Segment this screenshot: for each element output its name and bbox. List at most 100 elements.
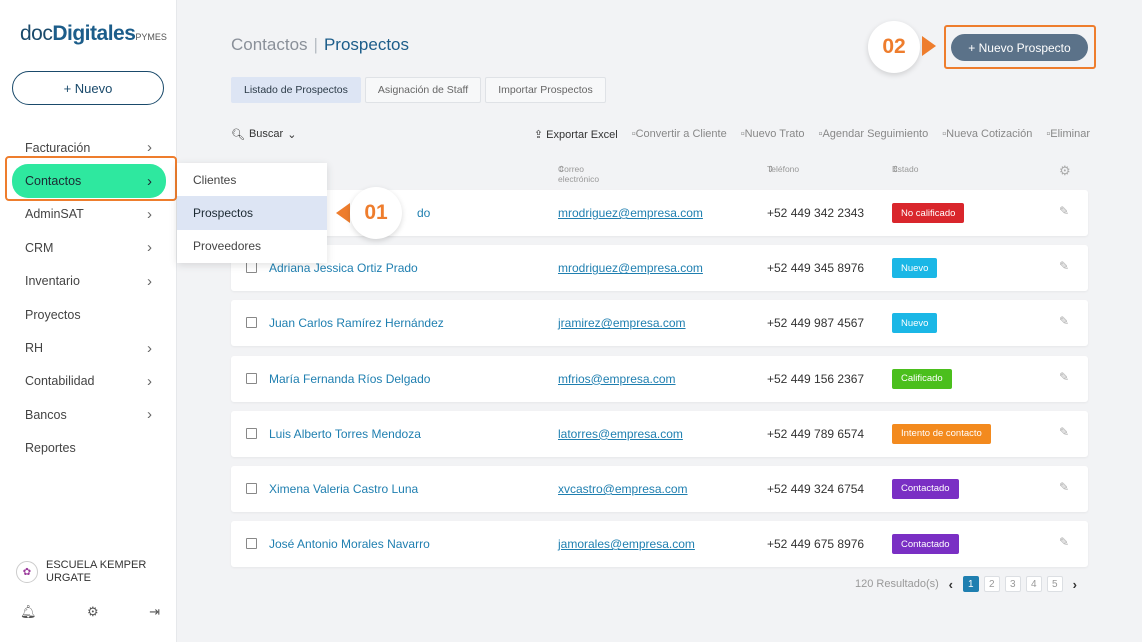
column-email-header[interactable]: Correo electrónico ⇕ (558, 164, 599, 184)
page-list: 12345 (962, 576, 1063, 592)
notifications-icon[interactable]: 🔔︎ (20, 604, 37, 620)
sidebar-item-label: RH (25, 341, 44, 356)
new-quote-button[interactable]: ▫Nueva Cotización (942, 128, 1032, 141)
prev-page-icon[interactable]: ‹ (944, 577, 958, 592)
prospect-name[interactable]: Juan Carlos Ramírez Hernández (269, 316, 444, 330)
convert-client-button[interactable]: ▫Convertir a Cliente (632, 128, 727, 141)
edit-pencil-icon[interactable]: ✎ (1059, 425, 1069, 439)
row-checkbox[interactable] (246, 427, 257, 439)
submenu-item-clientes[interactable]: Clientes (177, 163, 327, 196)
prospect-email[interactable]: mrodriguez@empresa.com (558, 206, 703, 220)
status-badge: Contactado (892, 478, 959, 499)
prospect-phone: +52 449 789 6574 (767, 426, 865, 441)
sidebar-item-label: Bancos (25, 407, 67, 422)
chevron-right-icon: › (147, 172, 152, 190)
sidebar-item-adminsat[interactable]: AdminSAT › (12, 198, 166, 231)
sidebar-item-label: AdminSAT (25, 207, 84, 222)
prospect-phone: +52 449 345 8976 (767, 261, 865, 276)
column-status-label: Estado (892, 164, 919, 174)
prospect-name-fragment-end: do (417, 206, 431, 220)
sidebar-item-crm[interactable]: CRM › (12, 231, 166, 264)
table-row[interactable]: Luis Alberto Torres Mendoza latorres@empr… (231, 410, 1088, 457)
export-excel-button[interactable]: ⇪ Exportar Excel (534, 128, 618, 141)
edit-pencil-icon[interactable]: ✎ (1059, 314, 1069, 328)
column-email-label: Correo electrónico (558, 164, 600, 184)
tab-importar-prospectos[interactable]: Importar Prospectos (485, 77, 606, 103)
schedule-followup-button[interactable]: ▫Agendar Seguimiento (819, 128, 929, 141)
table-row[interactable]: José Antonio Morales Navarro jamorales@em… (231, 521, 1088, 568)
new-button-label: + Nuevo (63, 80, 113, 96)
export-excel-label: Exportar Excel (546, 128, 618, 141)
page-number-button[interactable]: 3 (1004, 576, 1021, 592)
new-prospect-label: + Nuevo Prospecto (968, 40, 1071, 55)
prospect-name[interactable]: Adriana Jessica Ortiz Prado (269, 261, 418, 275)
new-prospect-button[interactable]: + Nuevo Prospecto (951, 34, 1088, 61)
logout-icon[interactable]: ⇥ (149, 604, 160, 620)
prospect-email[interactable]: jramirez@empresa.com (558, 316, 686, 330)
sidebar-item-bancos[interactable]: Bancos › (12, 398, 166, 431)
page-number-button[interactable]: 2 (983, 576, 1000, 592)
next-page-icon[interactable]: › (1068, 577, 1082, 592)
prospect-email[interactable]: mfrios@empresa.com (558, 372, 676, 386)
table-row[interactable]: Adriana Jessica Ortiz Prado mrodriguez@em… (231, 245, 1088, 292)
prospect-name[interactable]: Ximena Valeria Castro Luna (269, 482, 418, 496)
prospect-name[interactable]: José Antonio Morales Navarro (269, 537, 430, 551)
prospects-table: ssdomrodriguez@empresa.com+52 449 342 23… (231, 190, 1088, 576)
prospect-name[interactable]: Luis Alberto Torres Mendoza (269, 427, 421, 441)
edit-pencil-icon[interactable]: ✎ (1059, 480, 1069, 494)
prospect-email[interactable]: mrodriguez@empresa.com (558, 261, 703, 275)
column-status-header[interactable]: Estado ⇕ (892, 164, 918, 175)
table-settings-gear-icon[interactable]: ⚙ (1059, 163, 1071, 179)
sidebar-item-reportes[interactable]: Reportes (12, 432, 166, 465)
chevron-right-icon: › (147, 272, 152, 290)
new-quote-label: Nueva Cotización (946, 127, 1033, 140)
edit-pencil-icon[interactable]: ✎ (1059, 370, 1069, 384)
submenu-item-prospectos[interactable]: Prospectos (177, 196, 327, 230)
submenu-item-proveedores[interactable]: Proveedores (177, 230, 327, 263)
column-phone-header[interactable]: Teléfono ⇕ (767, 164, 799, 175)
tab-asignacion-staff[interactable]: Asignación de Staff (364, 77, 482, 103)
row-checkbox[interactable] (246, 482, 257, 494)
organization-selector[interactable]: ✿ ESCUELA KEMPER URGATE (16, 559, 156, 585)
status-badge: No calificado (892, 203, 965, 223)
app-logo[interactable]: docDigitalesPYMES (20, 22, 167, 46)
search-icon: 🔍︎ (231, 128, 245, 141)
settings-icon[interactable]: ⚙ (87, 604, 99, 620)
breadcrumb-parent[interactable]: Contactos (231, 35, 308, 55)
export-icon: ⇪ (533, 128, 544, 141)
table-row[interactable]: Ximena Valeria Castro Luna xvcastro@empre… (231, 465, 1088, 512)
row-checkbox[interactable] (246, 317, 257, 329)
sidebar-item-contabilidad[interactable]: Contabilidad › (12, 365, 166, 398)
row-checkbox[interactable] (246, 538, 257, 550)
sidebar-item-proyectos[interactable]: Proyectos (12, 298, 166, 331)
edit-pencil-icon[interactable]: ✎ (1059, 204, 1069, 218)
row-checkbox[interactable] (246, 262, 257, 274)
prospect-phone: +52 449 156 2367 (767, 371, 865, 386)
callout-arrow-02 (922, 36, 936, 56)
prospect-email[interactable]: latorres@empresa.com (558, 427, 683, 441)
search-dropdown[interactable]: 🔍︎ Buscar ⌄ (231, 128, 296, 141)
delete-button[interactable]: ▫Eliminar (1046, 128, 1090, 141)
page-number-button[interactable]: 4 (1025, 576, 1042, 592)
new-deal-button[interactable]: ▫Nuevo Trato (741, 128, 805, 141)
table-row[interactable]: María Fernanda Ríos Delgado mfrios@empres… (231, 355, 1088, 402)
page-number-button[interactable]: 1 (962, 576, 979, 592)
sidebar-item-facturaci-n[interactable]: Facturación › (12, 131, 166, 164)
prospect-email[interactable]: xvcastro@empresa.com (558, 482, 688, 496)
tab-listado-prospectos[interactable]: Listado de Prospectos (231, 77, 361, 103)
organization-logo-icon: ✿ (16, 561, 38, 583)
table-row[interactable]: Juan Carlos Ramírez Hernández jramirez@em… (231, 300, 1088, 347)
prospect-name[interactable]: María Fernanda Ríos Delgado (269, 372, 430, 386)
page-number-button[interactable]: 5 (1046, 576, 1063, 592)
callout-step-01: 01 (350, 187, 402, 239)
status-badge: Nuevo (892, 258, 938, 279)
prospect-email[interactable]: jamorales@empresa.com (558, 537, 695, 551)
sidebar-item-label: Proyectos (25, 307, 81, 322)
sidebar-item-inventario[interactable]: Inventario › (12, 265, 166, 298)
row-checkbox[interactable] (246, 372, 257, 384)
edit-pencil-icon[interactable]: ✎ (1059, 259, 1069, 273)
sidebar-item-contactos[interactable]: Contactos › (12, 164, 166, 198)
sidebar-item-rh[interactable]: RH › (12, 331, 166, 364)
new-button[interactable]: + Nuevo (12, 71, 164, 105)
edit-pencil-icon[interactable]: ✎ (1059, 535, 1069, 549)
